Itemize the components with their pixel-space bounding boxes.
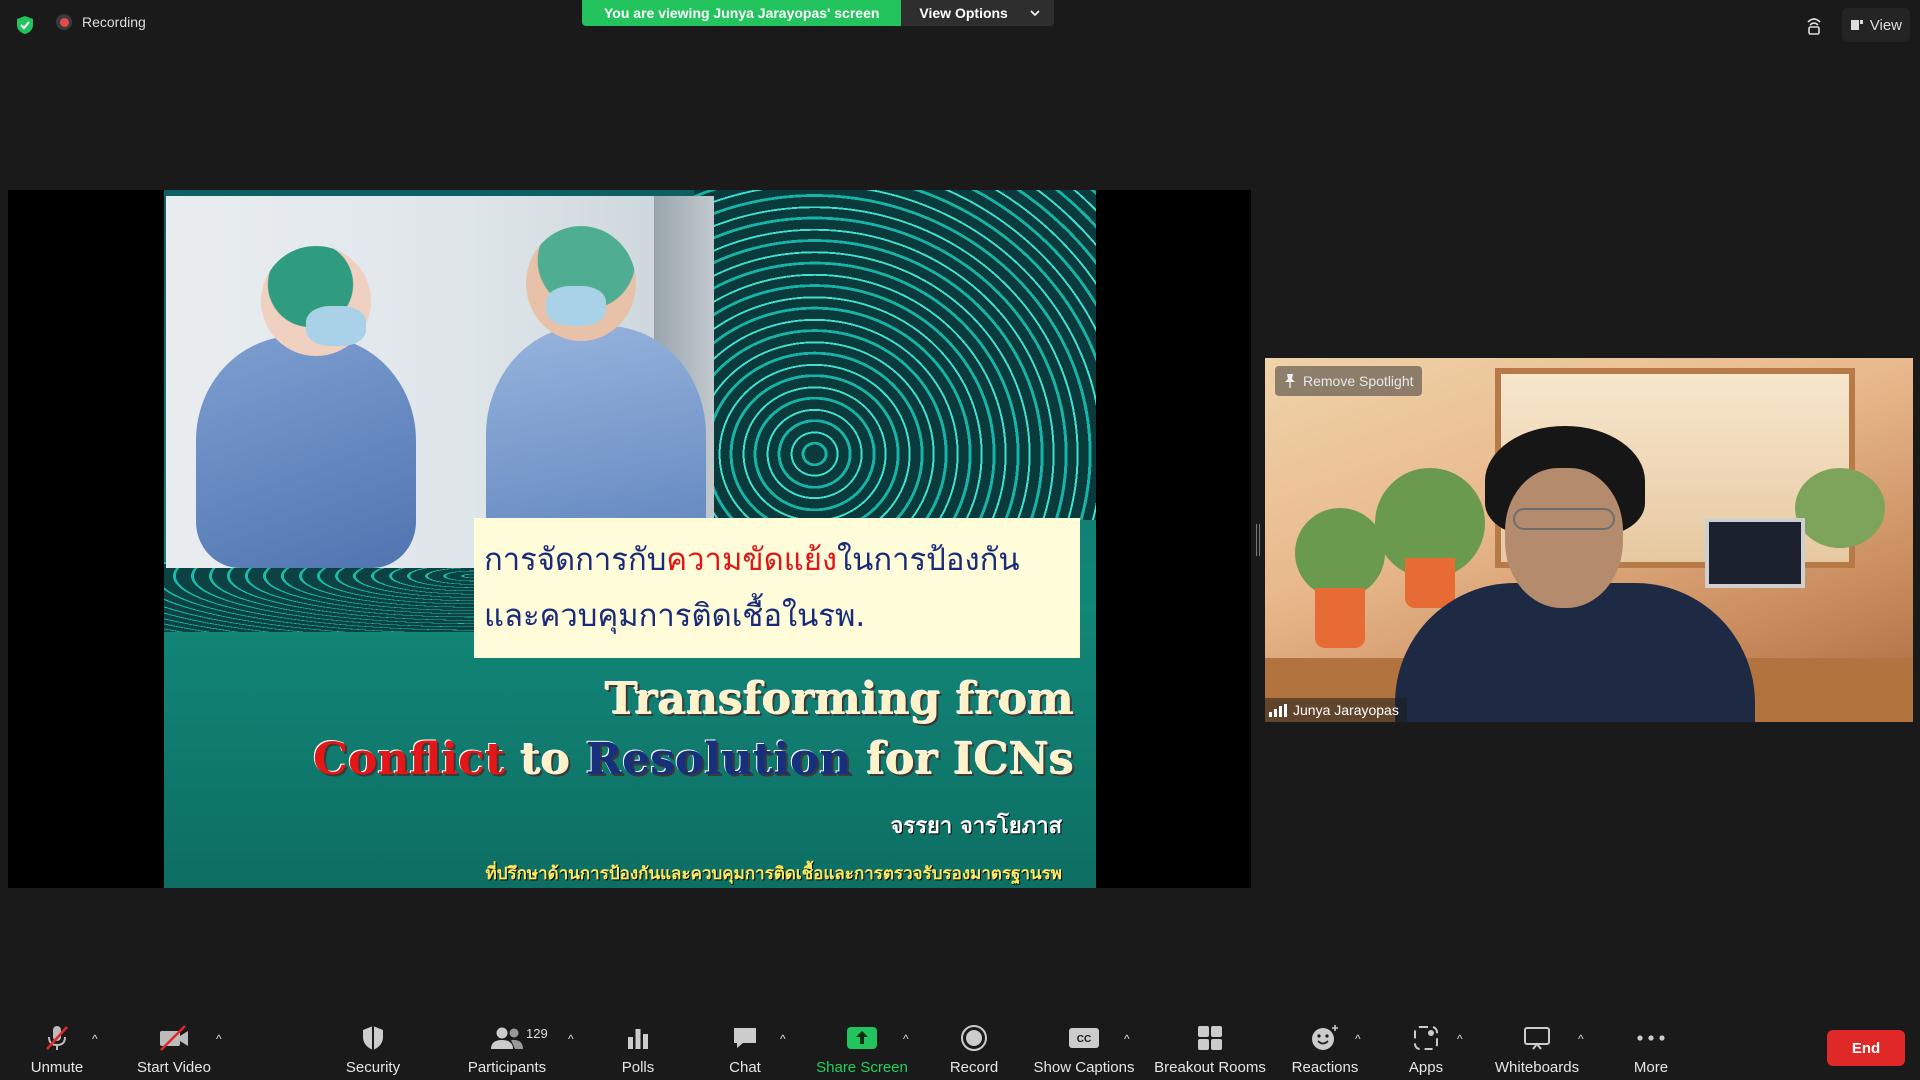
video-off-icon	[157, 1023, 191, 1053]
speaker-name: Junya Jarayopas	[1293, 702, 1399, 718]
video-options-caret-icon[interactable]: ^	[216, 1032, 222, 1046]
slide-affiliation: ที่ปรึกษาด้านการป้องกันและควบคุมการติดเช…	[485, 864, 1063, 884]
chat-bubble-icon	[731, 1023, 759, 1053]
slide-author: จรรยา จารโยภาส	[890, 814, 1062, 839]
polls-chart-icon	[625, 1023, 651, 1053]
chat-caret-icon[interactable]: ^	[780, 1032, 786, 1046]
view-button[interactable]: View	[1841, 8, 1910, 42]
whiteboard-icon	[1522, 1023, 1552, 1053]
speaker-nameplate: Junya Jarayopas	[1265, 698, 1407, 722]
mic-muted-icon	[42, 1023, 72, 1053]
recording-indicator[interactable]: Recording	[56, 14, 146, 30]
slide-thai-title: การจัดการกับความขัดแย้งในการป้องกัน และค…	[474, 518, 1080, 658]
participants-icon	[489, 1023, 525, 1053]
more-dots-icon	[1636, 1023, 1666, 1053]
participants-count: 129	[526, 1026, 548, 1041]
chat-button[interactable]: Chat	[720, 1010, 770, 1080]
participants-caret-icon[interactable]: ^	[568, 1032, 574, 1046]
security-button[interactable]: Security	[340, 1010, 406, 1080]
captions-caret-icon[interactable]: ^	[1124, 1032, 1130, 1046]
share-screen-button[interactable]: Share Screen	[814, 1010, 910, 1080]
whiteboards-button[interactable]: Whiteboards	[1490, 1010, 1584, 1080]
screen-share-banner: You are viewing Junya Jarayopas' screen …	[582, 0, 1054, 26]
show-captions-button[interactable]: CC Show Captions	[1032, 1010, 1136, 1080]
audio-options-caret-icon[interactable]: ^	[92, 1032, 98, 1046]
participants-button[interactable]: Participants	[462, 1010, 552, 1080]
slide-english-title-line2: Conflict to Resolution for ICNs	[313, 734, 1074, 785]
view-options-button[interactable]: View Options	[901, 0, 1054, 26]
security-shield-icon	[360, 1023, 386, 1053]
recording-label: Recording	[82, 14, 146, 30]
slide-english-title-line1: Transforming from	[605, 674, 1074, 725]
end-meeting-button[interactable]: End	[1827, 1030, 1905, 1066]
immersive-view-button[interactable]	[1796, 8, 1832, 42]
slide-photo-healthcare-workers	[166, 196, 714, 568]
pin-icon	[1285, 374, 1295, 388]
record-icon	[960, 1023, 988, 1053]
share-screen-icon	[846, 1023, 878, 1053]
top-bar: Recording You are viewing Junya Jarayopa…	[0, 0, 1920, 50]
chevron-down-icon	[1030, 10, 1040, 17]
top-right-controls: View	[1796, 8, 1910, 42]
encryption-shield-icon[interactable]	[14, 14, 36, 36]
thai-title-highlight: ความขัดแย้ง	[666, 542, 837, 578]
slide-swirl-pattern	[694, 190, 1096, 520]
record-button[interactable]: Record	[944, 1010, 1004, 1080]
panel-resize-handle[interactable]	[1256, 524, 1260, 556]
remove-spotlight-label: Remove Spotlight	[1303, 373, 1414, 389]
signal-strength-icon	[1269, 703, 1287, 717]
word-resolution: Resolution	[585, 734, 852, 785]
zoom-meeting-window: Recording You are viewing Junya Jarayopa…	[0, 0, 1920, 1080]
remove-spotlight-button[interactable]: Remove Spotlight	[1275, 366, 1422, 396]
whiteboards-caret-icon[interactable]: ^	[1578, 1032, 1584, 1046]
word-conflict: Conflict	[313, 734, 506, 785]
meeting-toolbar: Unmute ^ Start Video ^ Security Particip…	[0, 1010, 1920, 1080]
polls-button[interactable]: Polls	[616, 1010, 660, 1080]
recording-dot-icon	[56, 14, 72, 30]
view-options-label: View Options	[919, 5, 1008, 21]
reactions-button[interactable]: Reactions	[1290, 1010, 1360, 1080]
speaker-video-tile[interactable]: Remove Spotlight Junya Jarayopas	[1265, 358, 1913, 722]
svg-text:CC: CC	[1077, 1034, 1091, 1045]
presentation-slide: การจัดการกับความขัดแย้งในการป้องกัน และค…	[164, 190, 1096, 888]
unmute-button[interactable]: Unmute	[24, 1010, 90, 1080]
apps-button[interactable]: Apps	[1398, 1010, 1454, 1080]
apps-icon	[1412, 1023, 1440, 1053]
reactions-caret-icon[interactable]: ^	[1355, 1032, 1361, 1046]
immersive-icon	[1807, 18, 1821, 35]
shared-screen-area[interactable]: การจัดการกับความขัดแย้งในการป้องกัน และค…	[8, 190, 1251, 888]
view-label: View	[1869, 16, 1902, 34]
captions-cc-icon: CC	[1068, 1023, 1100, 1053]
start-video-button[interactable]: Start Video	[132, 1010, 216, 1080]
viewing-banner-text: You are viewing Junya Jarayopas' screen	[582, 0, 902, 26]
breakout-rooms-button[interactable]: Breakout Rooms	[1152, 1010, 1268, 1080]
breakout-rooms-icon	[1196, 1023, 1224, 1053]
more-button[interactable]: More	[1628, 1010, 1674, 1080]
share-screen-caret-icon[interactable]: ^	[903, 1032, 909, 1046]
reactions-smiley-icon	[1310, 1023, 1340, 1053]
view-layout-icon	[1850, 20, 1863, 30]
apps-caret-icon[interactable]: ^	[1457, 1032, 1463, 1046]
